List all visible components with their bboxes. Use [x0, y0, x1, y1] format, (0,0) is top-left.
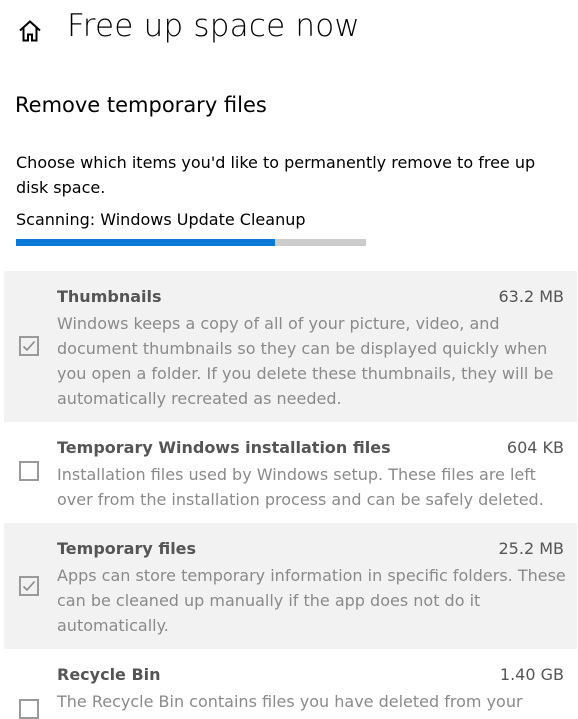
cleanup-item-temp-install-files[interactable]: Temporary Windows installation files 604…: [4, 424, 577, 522]
cleanup-item-recycle-bin[interactable]: Recycle Bin 1.40 GB The Recycle Bin cont…: [4, 650, 577, 719]
scan-status-text: Scanning: Windows Update Cleanup: [16, 210, 306, 229]
checkmark-icon: [22, 580, 36, 592]
cleanup-item-thumbnails[interactable]: Thumbnails 63.2 MB Windows keeps a copy …: [4, 271, 577, 422]
recycle-bin-checkbox[interactable]: [19, 699, 39, 719]
item-size: 1.40 GB: [499, 665, 564, 684]
item-name: Thumbnails: [57, 287, 162, 306]
cleanup-item-temporary-files[interactable]: Temporary files 25.2 MB Apps can store t…: [4, 523, 577, 649]
section-title: Remove temporary files: [15, 93, 267, 117]
home-button[interactable]: [14, 15, 46, 47]
item-name: Temporary Windows installation files: [57, 438, 391, 457]
home-icon: [19, 20, 41, 42]
scan-progress-fill: [16, 239, 275, 246]
page-title: Free up space now: [67, 8, 360, 44]
header: Free up space now: [0, 0, 578, 62]
item-size: 25.2 MB: [498, 539, 565, 558]
item-description: The Recycle Bin contains files you have …: [57, 692, 523, 711]
item-description: Installation files used by Windows setup…: [57, 465, 544, 509]
item-description: Windows keeps a copy of all of your pict…: [57, 314, 554, 408]
scan-progress-bar: [16, 239, 366, 246]
item-description: Apps can store temporary information in …: [57, 566, 566, 635]
temp-install-files-checkbox[interactable]: [19, 461, 39, 481]
thumbnails-checkbox[interactable]: [19, 336, 39, 356]
item-size: 63.2 MB: [498, 287, 565, 306]
item-name: Recycle Bin: [57, 665, 161, 684]
temporary-files-checkbox[interactable]: [19, 576, 39, 596]
item-size: 604 KB: [506, 438, 564, 457]
section-description: Choose which items you'd like to permane…: [16, 153, 536, 197]
item-name: Temporary files: [57, 539, 197, 558]
checkmark-icon: [22, 340, 36, 352]
